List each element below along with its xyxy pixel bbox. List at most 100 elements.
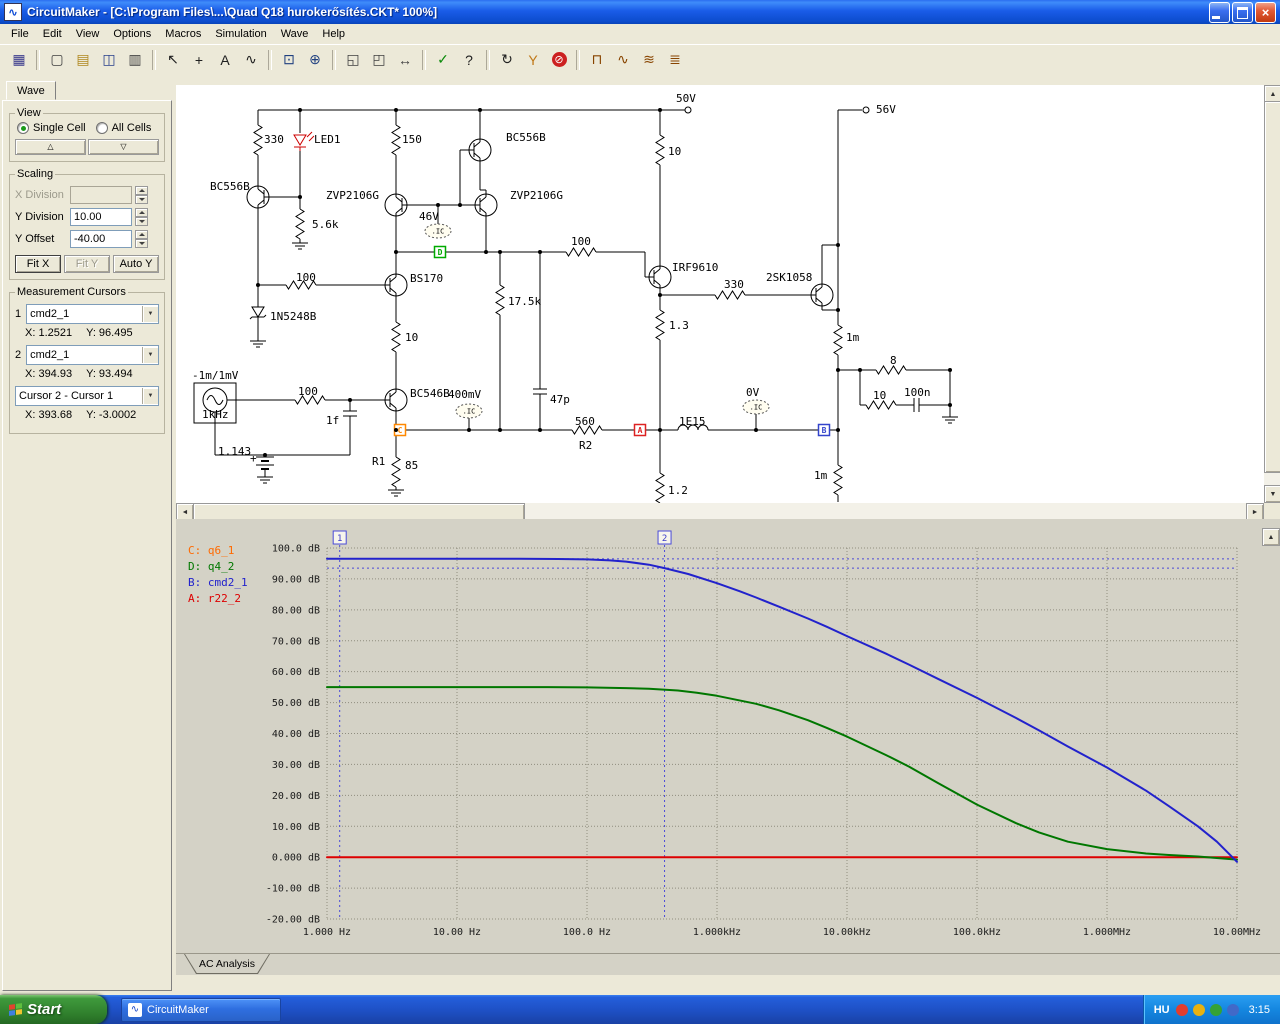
- x-division-stepper[interactable]: [135, 186, 148, 204]
- scroll-down-button[interactable]: ▼: [1264, 485, 1280, 503]
- toolbar: ▦ ▢ ▤ ◫ ▥ ↖ + A ∿ ⊡ ⊕ ◱ ◰ ↔ ✓? ↻ Y ⊘ ⊓ ∿ ≋ ≣: [0, 44, 1280, 76]
- menu-edit[interactable]: Edit: [36, 26, 69, 42]
- zoom-select-icon: ⊡: [283, 51, 295, 67]
- menu-options[interactable]: Options: [106, 26, 158, 42]
- print-button[interactable]: ▥: [123, 48, 147, 71]
- taskbar-item-circuitmaker[interactable]: ∿ CircuitMaker: [121, 997, 281, 1022]
- svg-text:70.00 dB: 70.00 dB: [272, 636, 320, 647]
- svg-text:10.00 dB: 10.00 dB: [272, 822, 320, 833]
- svg-text:100n: 100n: [904, 386, 931, 399]
- save-file-button[interactable]: ◫: [97, 48, 121, 71]
- bode-plot-button[interactable]: ≋: [637, 48, 661, 71]
- fit-y-button[interactable]: Fit Y: [64, 255, 110, 273]
- cursor-diff-select[interactable]: Cursor 2 - Cursor 1 ▼: [15, 386, 159, 406]
- start-button[interactable]: Start: [0, 995, 107, 1024]
- toolbar-separator: [152, 49, 156, 70]
- svg-text:40.00 dB: 40.00 dB: [272, 729, 320, 740]
- volume-tray-icon[interactable]: [1192, 1003, 1205, 1016]
- schematic-canvas[interactable]: .IC .IC .IC D C A B 330 LED1 150 BC556B 50V 10 56V BC5…: [176, 85, 1264, 503]
- svg-text:1N5248B: 1N5248B: [270, 310, 317, 323]
- zoom-all-button[interactable]: ◰: [367, 48, 391, 71]
- svg-text:1m: 1m: [814, 469, 828, 482]
- spin-up-icon[interactable]: [135, 208, 148, 217]
- vscroll-thumb[interactable]: [1264, 101, 1280, 473]
- cursor2-signal-select[interactable]: cmd2_1 ▼: [26, 345, 159, 365]
- toolbar-separator: [576, 49, 580, 70]
- stop-simulation-button[interactable]: ⊘: [547, 48, 571, 71]
- auto-y-button[interactable]: Auto Y: [113, 255, 159, 273]
- close-button[interactable]: ×: [1255, 1, 1276, 23]
- text-tool-button[interactable]: A: [213, 48, 237, 71]
- data-table-button[interactable]: ≣: [663, 48, 687, 71]
- spin-up-icon[interactable]: [135, 230, 148, 239]
- tab-ac-analysis[interactable]: AC Analysis: [184, 954, 270, 974]
- waveform-plot[interactable]: 100.0 dB 90.00 dB 80.00 dB 70.00 dB 60.00 dB…: [176, 519, 1266, 953]
- next-cell-button[interactable]: ▽: [88, 139, 159, 155]
- x-division-input[interactable]: [70, 186, 132, 204]
- menu-file[interactable]: File: [4, 26, 36, 42]
- run-simulation-button[interactable]: ✓: [431, 48, 455, 71]
- circuitmaker-icon: ∿: [128, 1002, 142, 1017]
- wave-tool-button[interactable]: ∿: [239, 48, 263, 71]
- menu-wave[interactable]: Wave: [274, 26, 316, 42]
- measurement-cursors-group: Measurement Cursors 1 cmd2_1 ▼ X: 1.2521…: [9, 286, 165, 434]
- zoom-page-button[interactable]: ◱: [341, 48, 365, 71]
- menu-help[interactable]: Help: [315, 26, 352, 42]
- cursor1-signal-select[interactable]: cmd2_1 ▼: [26, 304, 159, 324]
- probe-tool-button[interactable]: Y: [521, 48, 545, 71]
- tab-wave[interactable]: Wave: [6, 81, 56, 100]
- part-browser-button[interactable]: ▦: [7, 48, 31, 71]
- y-offset-input[interactable]: [70, 230, 132, 248]
- language-indicator[interactable]: HU: [1154, 1004, 1170, 1016]
- y-division-input[interactable]: [70, 208, 132, 226]
- previous-cell-button[interactable]: △: [15, 139, 86, 155]
- zoom-select-button[interactable]: ⊡: [277, 48, 301, 71]
- open-file-icon: ▤: [76, 51, 90, 67]
- restore-button[interactable]: [1232, 1, 1253, 23]
- clock[interactable]: 3:15: [1249, 1004, 1270, 1016]
- schematic-hscrollbar[interactable]: ◄ ►: [176, 503, 1264, 521]
- fit-x-button[interactable]: Fit X: [15, 255, 61, 273]
- y-division-stepper[interactable]: [135, 208, 148, 226]
- menu-view[interactable]: View: [69, 26, 107, 42]
- svg-text:20.00 dB: 20.00 dB: [272, 791, 320, 802]
- digital-scope-button[interactable]: ⊓: [585, 48, 609, 71]
- help-button[interactable]: ?: [457, 48, 481, 71]
- chevron-down-icon[interactable]: ▼: [142, 388, 158, 404]
- svg-text:10: 10: [873, 389, 886, 402]
- spin-up-icon[interactable]: [135, 186, 148, 195]
- open-file-button[interactable]: ▤: [71, 48, 95, 71]
- menu-macros[interactable]: Macros: [158, 26, 208, 42]
- triangle-down-icon: ▽: [120, 142, 127, 151]
- messenger-tray-icon[interactable]: [1226, 1003, 1239, 1016]
- svg-text:1kHz: 1kHz: [202, 408, 229, 421]
- cursor2-index: 2: [15, 349, 22, 361]
- radio-all-cells[interactable]: All Cells: [95, 122, 151, 134]
- zoom-tool-button[interactable]: ⊕: [303, 48, 327, 71]
- svg-text:.IC: .IC: [463, 408, 476, 416]
- reset-button[interactable]: ↻: [495, 48, 519, 71]
- y-offset-stepper[interactable]: [135, 230, 148, 248]
- svg-text:C: C: [398, 426, 403, 435]
- wire-tool-button[interactable]: +: [187, 48, 211, 71]
- network-tray-icon[interactable]: [1209, 1003, 1222, 1016]
- analog-scope-button[interactable]: ∿: [611, 48, 635, 71]
- schematic-vscrollbar[interactable]: ▲ ▼: [1264, 85, 1280, 503]
- spin-down-icon[interactable]: [135, 217, 148, 226]
- fit-window-button[interactable]: ↔: [393, 48, 417, 71]
- spin-down-icon[interactable]: [135, 239, 148, 248]
- plot-scroll-up-button[interactable]: ▲: [1262, 528, 1280, 546]
- taskbar: Start ∿ CircuitMaker HU 3:15: [0, 995, 1280, 1024]
- spin-down-icon[interactable]: [135, 195, 148, 204]
- y-division-label: Y Division: [15, 211, 64, 223]
- new-file-button[interactable]: ▢: [45, 48, 69, 71]
- chevron-down-icon[interactable]: ▼: [142, 347, 158, 363]
- chevron-down-icon[interactable]: ▼: [142, 306, 158, 322]
- svg-text:BS170: BS170: [410, 272, 443, 285]
- arrow-tool-button[interactable]: ↖: [161, 48, 185, 71]
- minimize-button[interactable]: [1209, 1, 1230, 23]
- antivirus-tray-icon[interactable]: [1175, 1003, 1188, 1016]
- menu-simulation[interactable]: Simulation: [208, 26, 273, 42]
- svg-text:A: r22_2: A: r22_2: [188, 592, 241, 605]
- radio-single-cell[interactable]: Single Cell: [17, 122, 86, 134]
